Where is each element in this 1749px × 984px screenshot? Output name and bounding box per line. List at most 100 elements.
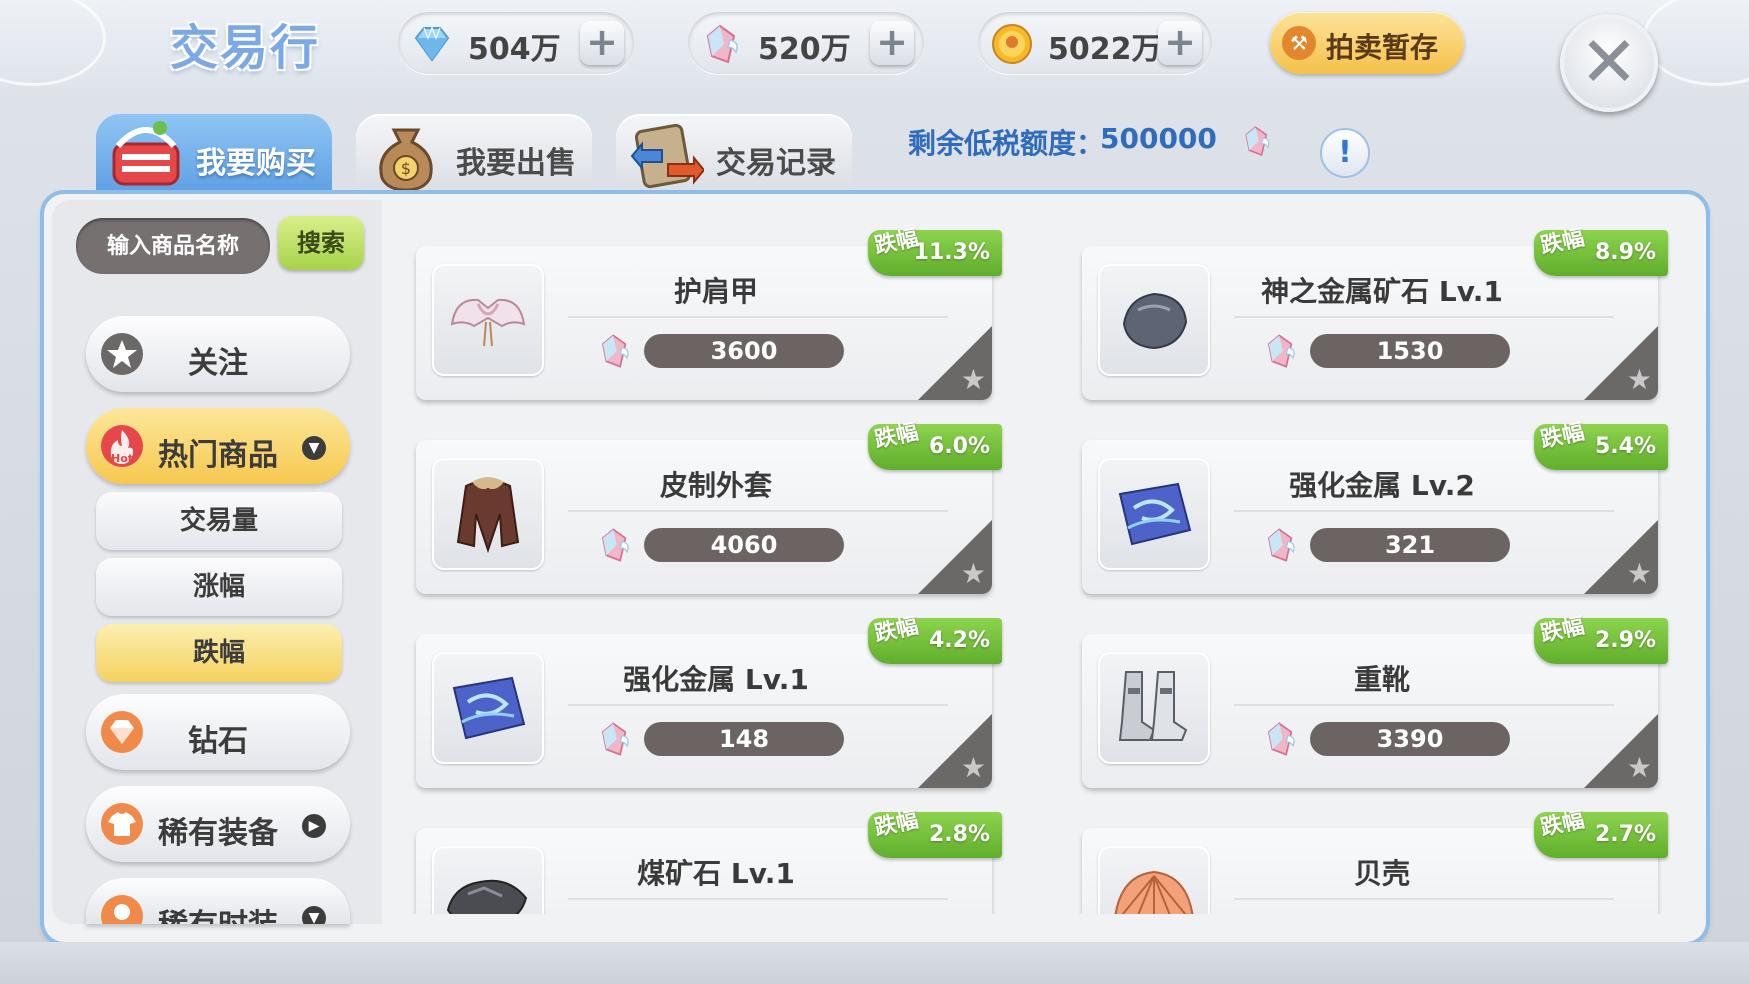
diamond-icon xyxy=(414,25,450,62)
heavy-boots-icon xyxy=(1118,671,1188,741)
badge-value: 6.0% xyxy=(928,434,990,459)
item-card[interactable]: 煤矿石 Lv.1 跌幅 2.8% xyxy=(416,808,1002,914)
tab-buy[interactable]: 我要购买 xyxy=(96,114,332,196)
sidebar-item-rare-equipment[interactable]: 稀有装备 ▶ xyxy=(86,786,350,862)
add-diamond-button[interactable]: + xyxy=(580,21,624,65)
currency-gold: 5022万 + xyxy=(978,12,1212,74)
tab-records-label: 交易记录 xyxy=(716,146,836,181)
favorite-star-icon[interactable]: ★ xyxy=(961,754,986,782)
price-change-badge: 跌幅 8.9% xyxy=(1534,226,1668,276)
item-card[interactable]: 护肩甲 3600 ★ 跌幅 11.3% xyxy=(416,226,1002,400)
divider xyxy=(568,510,948,512)
price-change-badge: 跌幅 5.4% xyxy=(1534,420,1668,470)
item-card[interactable]: 重靴 3390 ★ 跌幅 2.9% xyxy=(1082,614,1668,788)
sidebar-item-rare-fashion[interactable]: 稀有时装 ▼ xyxy=(86,878,350,924)
shoulder-armor-icon xyxy=(450,298,526,347)
badge-value: 4.2% xyxy=(928,628,990,653)
item-grid: 护肩甲 3600 ★ 跌幅 11.3% 神之金属矿石 Lv.1 1530 ★ 跌… xyxy=(390,200,1700,914)
auction-storage-button[interactable]: ⚒ 拍卖暂存 xyxy=(1270,12,1464,74)
badge-label: 跌幅 xyxy=(1538,807,1587,842)
gold-amount: 5022万 xyxy=(1048,32,1162,67)
item-card[interactable]: 贝壳 跌幅 2.7% xyxy=(1082,808,1668,914)
badge-label: 跌幅 xyxy=(872,419,921,454)
close-button[interactable]: ✕ xyxy=(1560,14,1658,112)
favorite-star-icon[interactable]: ★ xyxy=(1627,560,1652,588)
item-name: 强化金属 Lv.2 xyxy=(1289,469,1475,502)
sidebar-item-favorite[interactable]: 关注 xyxy=(86,316,350,392)
crystal-icon xyxy=(1245,126,1270,156)
diamond-label: 钻石 xyxy=(188,724,248,759)
badge-value: 2.7% xyxy=(1594,822,1656,847)
search-input[interactable] xyxy=(76,218,270,274)
gold-coin-icon xyxy=(992,24,1032,64)
crystal-amount: 520万 xyxy=(758,32,851,67)
add-gold-button[interactable]: + xyxy=(1158,21,1202,65)
favorite-star-icon[interactable]: ★ xyxy=(1627,754,1652,782)
auction-storage-label: 拍卖暂存 xyxy=(1326,31,1439,64)
favorite-star-icon[interactable]: ★ xyxy=(961,560,986,588)
crystal-icon xyxy=(1267,334,1295,368)
crystal-icon xyxy=(1267,722,1295,756)
favorite-star-icon[interactable]: ★ xyxy=(1627,366,1652,394)
badge-label: 跌幅 xyxy=(1538,419,1587,454)
divider xyxy=(568,704,948,706)
sidebar-item-diamond[interactable]: 钻石 xyxy=(86,694,350,770)
badge-label: 跌幅 xyxy=(1538,613,1587,648)
gavel-icon: ⚒ xyxy=(1282,26,1316,60)
chevron-right-icon: ▶ xyxy=(302,814,326,838)
divider xyxy=(1234,704,1614,706)
tab-buy-label: 我要购买 xyxy=(196,146,316,181)
leather-jacket-icon xyxy=(456,477,520,554)
badge-value: 2.9% xyxy=(1594,628,1656,653)
item-thumbnail xyxy=(432,652,544,764)
badge-value: 5.4% xyxy=(1594,434,1656,459)
tab-sell[interactable]: $ 我要出售 xyxy=(356,114,592,196)
item-thumbnail xyxy=(432,264,544,376)
price-change-badge: 跌幅 2.7% xyxy=(1534,808,1668,858)
ornament-right xyxy=(1643,0,1749,86)
item-price: 148 xyxy=(644,722,844,756)
item-card[interactable]: 神之金属矿石 Lv.1 1530 ★ 跌幅 8.9% xyxy=(1082,226,1668,400)
item-thumbnail xyxy=(432,846,544,914)
badge-label: 跌幅 xyxy=(1538,225,1587,260)
sub-item-volume[interactable]: 交易量 xyxy=(96,492,342,550)
item-thumbnail xyxy=(1098,652,1210,764)
crystal-icon xyxy=(706,24,738,64)
divider xyxy=(568,316,948,318)
sub-item-rise[interactable]: 涨幅 xyxy=(96,558,342,616)
shopping-basket-icon xyxy=(112,121,180,186)
search-button[interactable]: 搜索 xyxy=(278,216,364,270)
info-icon: ! xyxy=(1338,135,1352,170)
crystal-icon xyxy=(601,722,629,756)
item-price: 4060 xyxy=(644,528,844,562)
item-thumbnail xyxy=(1098,846,1210,914)
price-change-badge: 跌幅 6.0% xyxy=(868,420,1002,470)
item-card[interactable]: 强化金属 Lv.1 148 ★ 跌幅 4.2% xyxy=(416,614,1002,788)
ore-icon xyxy=(1122,292,1188,350)
seashell-icon xyxy=(1114,870,1194,914)
info-button[interactable]: ! xyxy=(1320,128,1370,178)
item-card[interactable]: 强化金属 Lv.2 321 ★ 跌幅 5.4% xyxy=(1082,420,1668,594)
sidebar-item-hot[interactable]: Hot 热门商品 ▼ xyxy=(86,408,350,484)
price-change-badge: 跌幅 2.9% xyxy=(1534,614,1668,664)
tax-quota-value: 500000 xyxy=(1100,122,1217,155)
add-crystal-button[interactable]: + xyxy=(870,21,914,65)
svg-text:$: $ xyxy=(401,159,411,178)
price-change-badge: 跌幅 2.8% xyxy=(868,808,1002,858)
item-price: 1530 xyxy=(1310,334,1510,368)
item-price: 3390 xyxy=(1310,722,1510,756)
favorite-star-icon[interactable]: ★ xyxy=(961,366,986,394)
coal-ore-icon xyxy=(446,879,528,914)
reinforced-metal-icon xyxy=(452,676,526,740)
tab-records[interactable]: 交易记录 xyxy=(616,114,852,196)
item-name: 护肩甲 xyxy=(673,275,758,308)
item-price: 3600 xyxy=(644,334,844,368)
divider xyxy=(568,898,948,900)
item-thumbnail xyxy=(1098,264,1210,376)
divider xyxy=(1234,510,1614,512)
crystal-icon xyxy=(601,334,629,368)
item-card[interactable]: 皮制外套 4060 ★ 跌幅 6.0% xyxy=(416,420,1002,594)
sub-item-fall[interactable]: 跌幅 xyxy=(96,624,342,682)
chevron-down-icon: ▼ xyxy=(302,436,326,460)
money-bag-icon: $ xyxy=(379,128,433,192)
